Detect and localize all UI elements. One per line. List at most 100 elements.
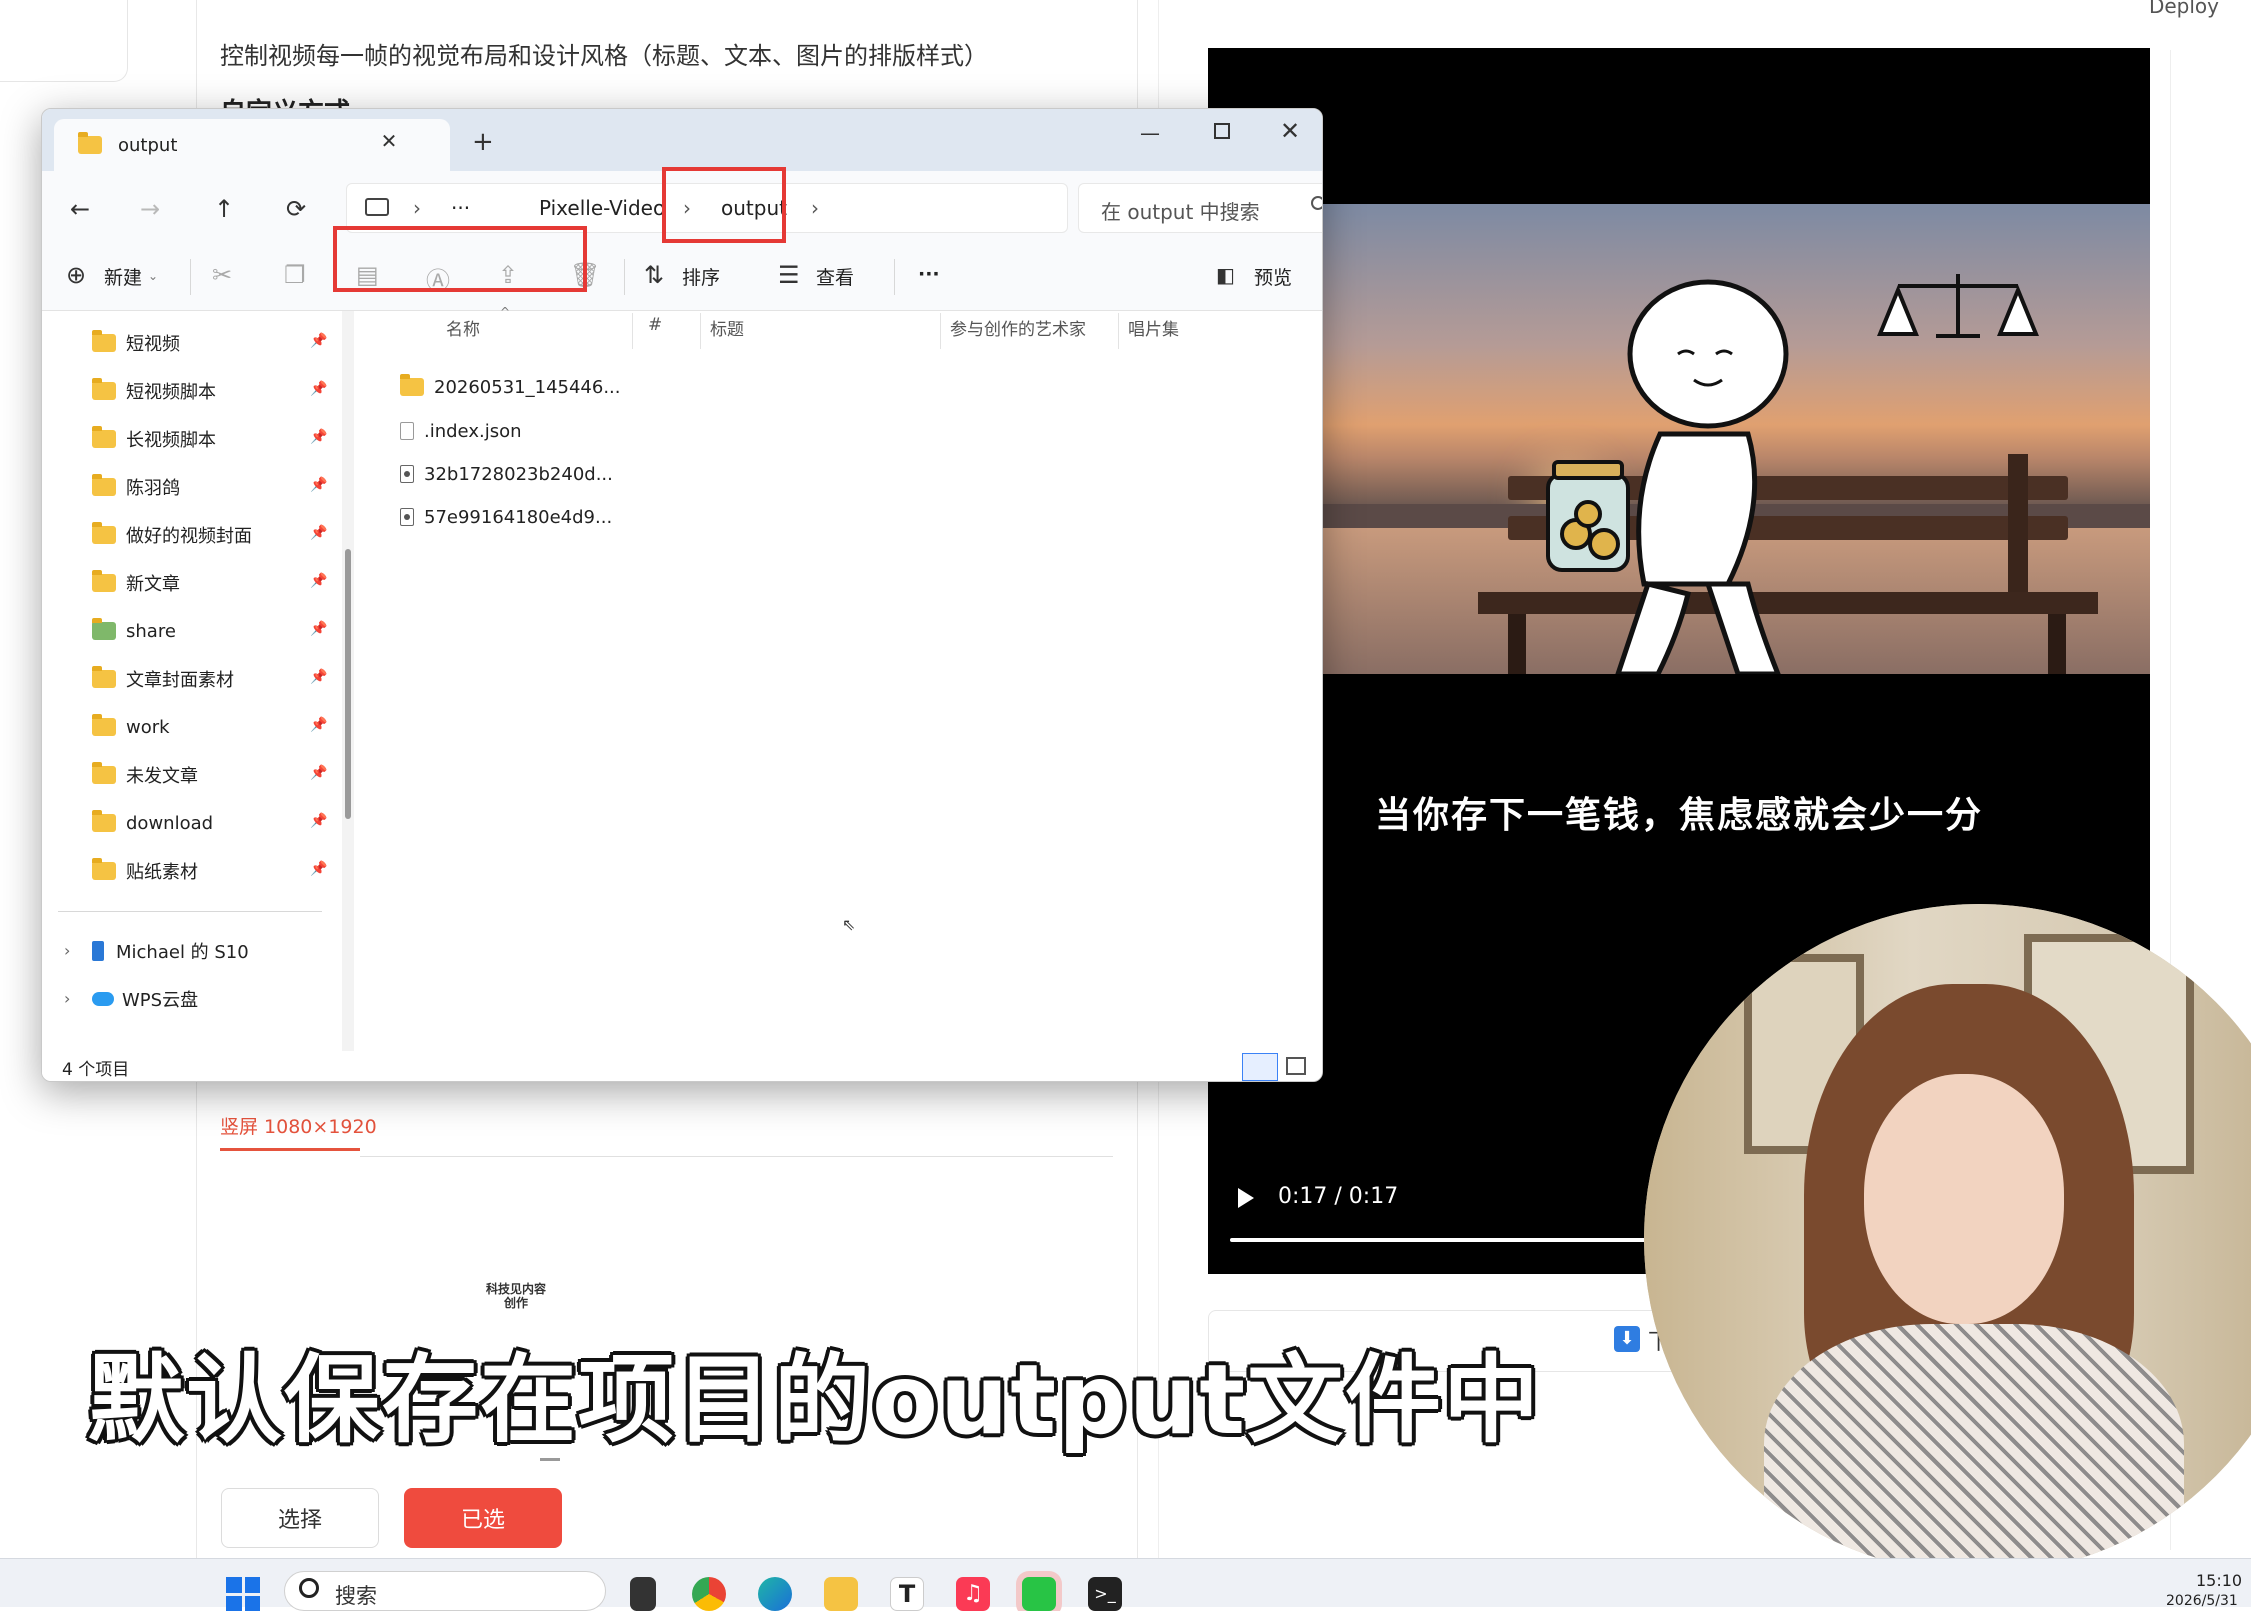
search-icon[interactable] — [1309, 194, 1323, 216]
up-icon[interactable]: ↑ — [214, 195, 234, 223]
pin-icon[interactable]: 📌 — [310, 381, 327, 397]
phone-icon — [92, 941, 104, 961]
column-divider[interactable] — [1118, 313, 1119, 349]
tab-title: output — [118, 134, 178, 156]
sidebar-item[interactable]: 文章封面素材 — [92, 659, 234, 699]
pin-icon[interactable]: 📌 — [310, 765, 327, 781]
expand-chevron-icon[interactable]: › — [64, 941, 70, 960]
sidebar-item[interactable]: 做好的视频封面 — [92, 515, 252, 555]
new-button[interactable]: 新建 — [104, 263, 142, 290]
pin-icon[interactable]: 📌 — [310, 429, 327, 445]
terminal-icon[interactable]: >_ — [1088, 1577, 1122, 1611]
tab-portrait[interactable]: 竖屏 1080×1920 — [220, 1112, 377, 1139]
music-icon[interactable]: ♫ — [956, 1577, 990, 1611]
edge-icon[interactable] — [758, 1577, 792, 1611]
chevron-down-icon[interactable]: ⌄ — [148, 269, 158, 283]
preview-button[interactable]: 预览 — [1254, 263, 1292, 290]
column-divider[interactable] — [940, 313, 941, 349]
media-file-icon — [400, 465, 414, 483]
breadcrumb-separator-icon[interactable]: › — [811, 196, 819, 220]
play-icon[interactable] — [1238, 1188, 1254, 1208]
view-button[interactable]: 查看 — [816, 263, 854, 290]
pin-icon[interactable]: 📌 — [310, 669, 327, 685]
breadcrumb-more[interactable]: ··· — [451, 196, 470, 220]
forward-icon[interactable]: → — [140, 195, 160, 223]
sidebar-item-cloud[interactable]: WPS云盘 — [92, 979, 198, 1019]
file-explorer-icon[interactable] — [824, 1577, 858, 1611]
file-list[interactable]: 名称 ^ # 标题 参与创作的艺术家 唱片集 20260531_145446..… — [354, 305, 1323, 1051]
sidebar-item[interactable]: 未发文章 — [92, 755, 198, 795]
column-header-name[interactable]: 名称 — [446, 315, 480, 340]
chrome-icon[interactable] — [692, 1577, 726, 1611]
title-bar[interactable]: output ✕ + — ✕ — [42, 109, 1322, 171]
column-header-number[interactable]: # — [648, 315, 662, 335]
pin-icon[interactable]: 📌 — [310, 621, 327, 637]
refresh-icon[interactable]: ⟳ — [286, 195, 306, 223]
cut-icon[interactable]: ✂ — [212, 261, 232, 289]
column-header-album[interactable]: 唱片集 — [1128, 315, 1179, 340]
expand-chevron-icon[interactable]: › — [64, 989, 70, 1008]
new-icon[interactable]: ⊕ — [66, 261, 86, 289]
pin-icon[interactable]: 📌 — [310, 525, 327, 541]
column-header-title[interactable]: 标题 — [710, 315, 744, 340]
windows-start-icon[interactable] — [226, 1577, 260, 1611]
more-options-icon[interactable]: ··· — [918, 263, 940, 285]
folder-icon — [92, 858, 116, 880]
close-icon[interactable]: ✕ — [1280, 117, 1300, 145]
sort-icon[interactable]: ⇅ — [644, 261, 664, 289]
status-bar: 4 个项目 — [42, 1051, 1322, 1081]
file-row[interactable]: 20260531_145446... — [400, 367, 621, 407]
taskbar-search[interactable]: 搜索 — [284, 1571, 606, 1611]
file-explorer-window[interactable]: output ✕ + — ✕ ← → ↑ ⟳ › ··· Pixelle-Vid… — [41, 108, 1323, 1082]
sidebar-scroll-thumb[interactable] — [345, 549, 351, 819]
sidebar-item[interactable]: download — [92, 803, 213, 843]
minimize-icon[interactable]: — — [1140, 121, 1160, 145]
sidebar-item-device[interactable]: Michael 的 S10 — [92, 931, 249, 971]
new-tab-icon[interactable]: + — [472, 129, 494, 155]
sidebar-item[interactable]: 短视频 — [92, 323, 180, 363]
view-icon[interactable]: ☰ — [778, 261, 800, 289]
back-icon[interactable]: ← — [70, 195, 90, 223]
deploy-button[interactable]: Deploy — [2149, 0, 2219, 18]
sidebar-item[interactable]: work — [92, 707, 170, 747]
sidebar-item-label: 文章封面素材 — [126, 670, 234, 691]
search-input[interactable]: 在 output 中搜索 — [1078, 183, 1323, 233]
pin-icon[interactable]: 📌 — [310, 477, 327, 493]
pin-icon[interactable]: 📌 — [310, 813, 327, 829]
computer-icon[interactable] — [365, 198, 389, 216]
pin-icon[interactable]: 📌 — [310, 573, 327, 589]
pin-icon[interactable]: 📌 — [310, 861, 327, 877]
file-row[interactable]: 57e99164180e4d9... — [400, 497, 612, 537]
left-card — [0, 0, 128, 82]
sidebar-item[interactable]: share — [92, 611, 176, 651]
breadcrumb-separator-icon[interactable]: › — [413, 196, 421, 220]
taskbar-search-label: 搜索 — [335, 1584, 377, 1608]
sidebar-item[interactable]: 长视频脚本 — [92, 419, 216, 459]
copy-icon[interactable]: ❐ — [284, 261, 306, 289]
file-row[interactable]: 32b1728023b240d... — [400, 454, 613, 494]
sidebar-item[interactable]: 贴纸素材 — [92, 851, 198, 891]
tiles-view-icon[interactable] — [1286, 1057, 1306, 1075]
column-divider[interactable] — [700, 313, 701, 349]
sidebar-item[interactable]: 短视频脚本 — [92, 371, 216, 411]
column-divider[interactable] — [632, 313, 633, 349]
maximize-icon[interactable] — [1214, 123, 1230, 139]
task-view-icon[interactable] — [630, 1577, 656, 1611]
pin-icon[interactable]: 📌 — [310, 333, 327, 349]
sidebar-item[interactable]: 新文章 — [92, 563, 180, 603]
clock-time[interactable]: 15:10 — [2196, 1571, 2242, 1590]
pin-icon[interactable]: 📌 — [310, 717, 327, 733]
sort-button[interactable]: 排序 — [682, 263, 720, 290]
details-view-icon[interactable] — [1242, 1053, 1278, 1081]
preview-pane-icon[interactable]: ◧ — [1216, 263, 1235, 287]
breadcrumb-pixelle-video[interactable]: Pixelle-Video — [539, 196, 665, 220]
select-button[interactable]: 选择 — [221, 1488, 379, 1548]
selected-button[interactable]: 已选 — [404, 1488, 562, 1548]
file-row[interactable]: .index.json — [400, 411, 522, 451]
tab-close-icon[interactable]: ✕ — [372, 129, 406, 153]
column-header-artists[interactable]: 参与创作的艺术家 — [950, 315, 1086, 340]
column-divider[interactable] — [1322, 313, 1323, 349]
sidebar-item[interactable]: 陈羽鸽 — [92, 467, 180, 507]
wechat-icon[interactable] — [1022, 1577, 1056, 1611]
typora-icon[interactable]: T — [890, 1577, 924, 1611]
